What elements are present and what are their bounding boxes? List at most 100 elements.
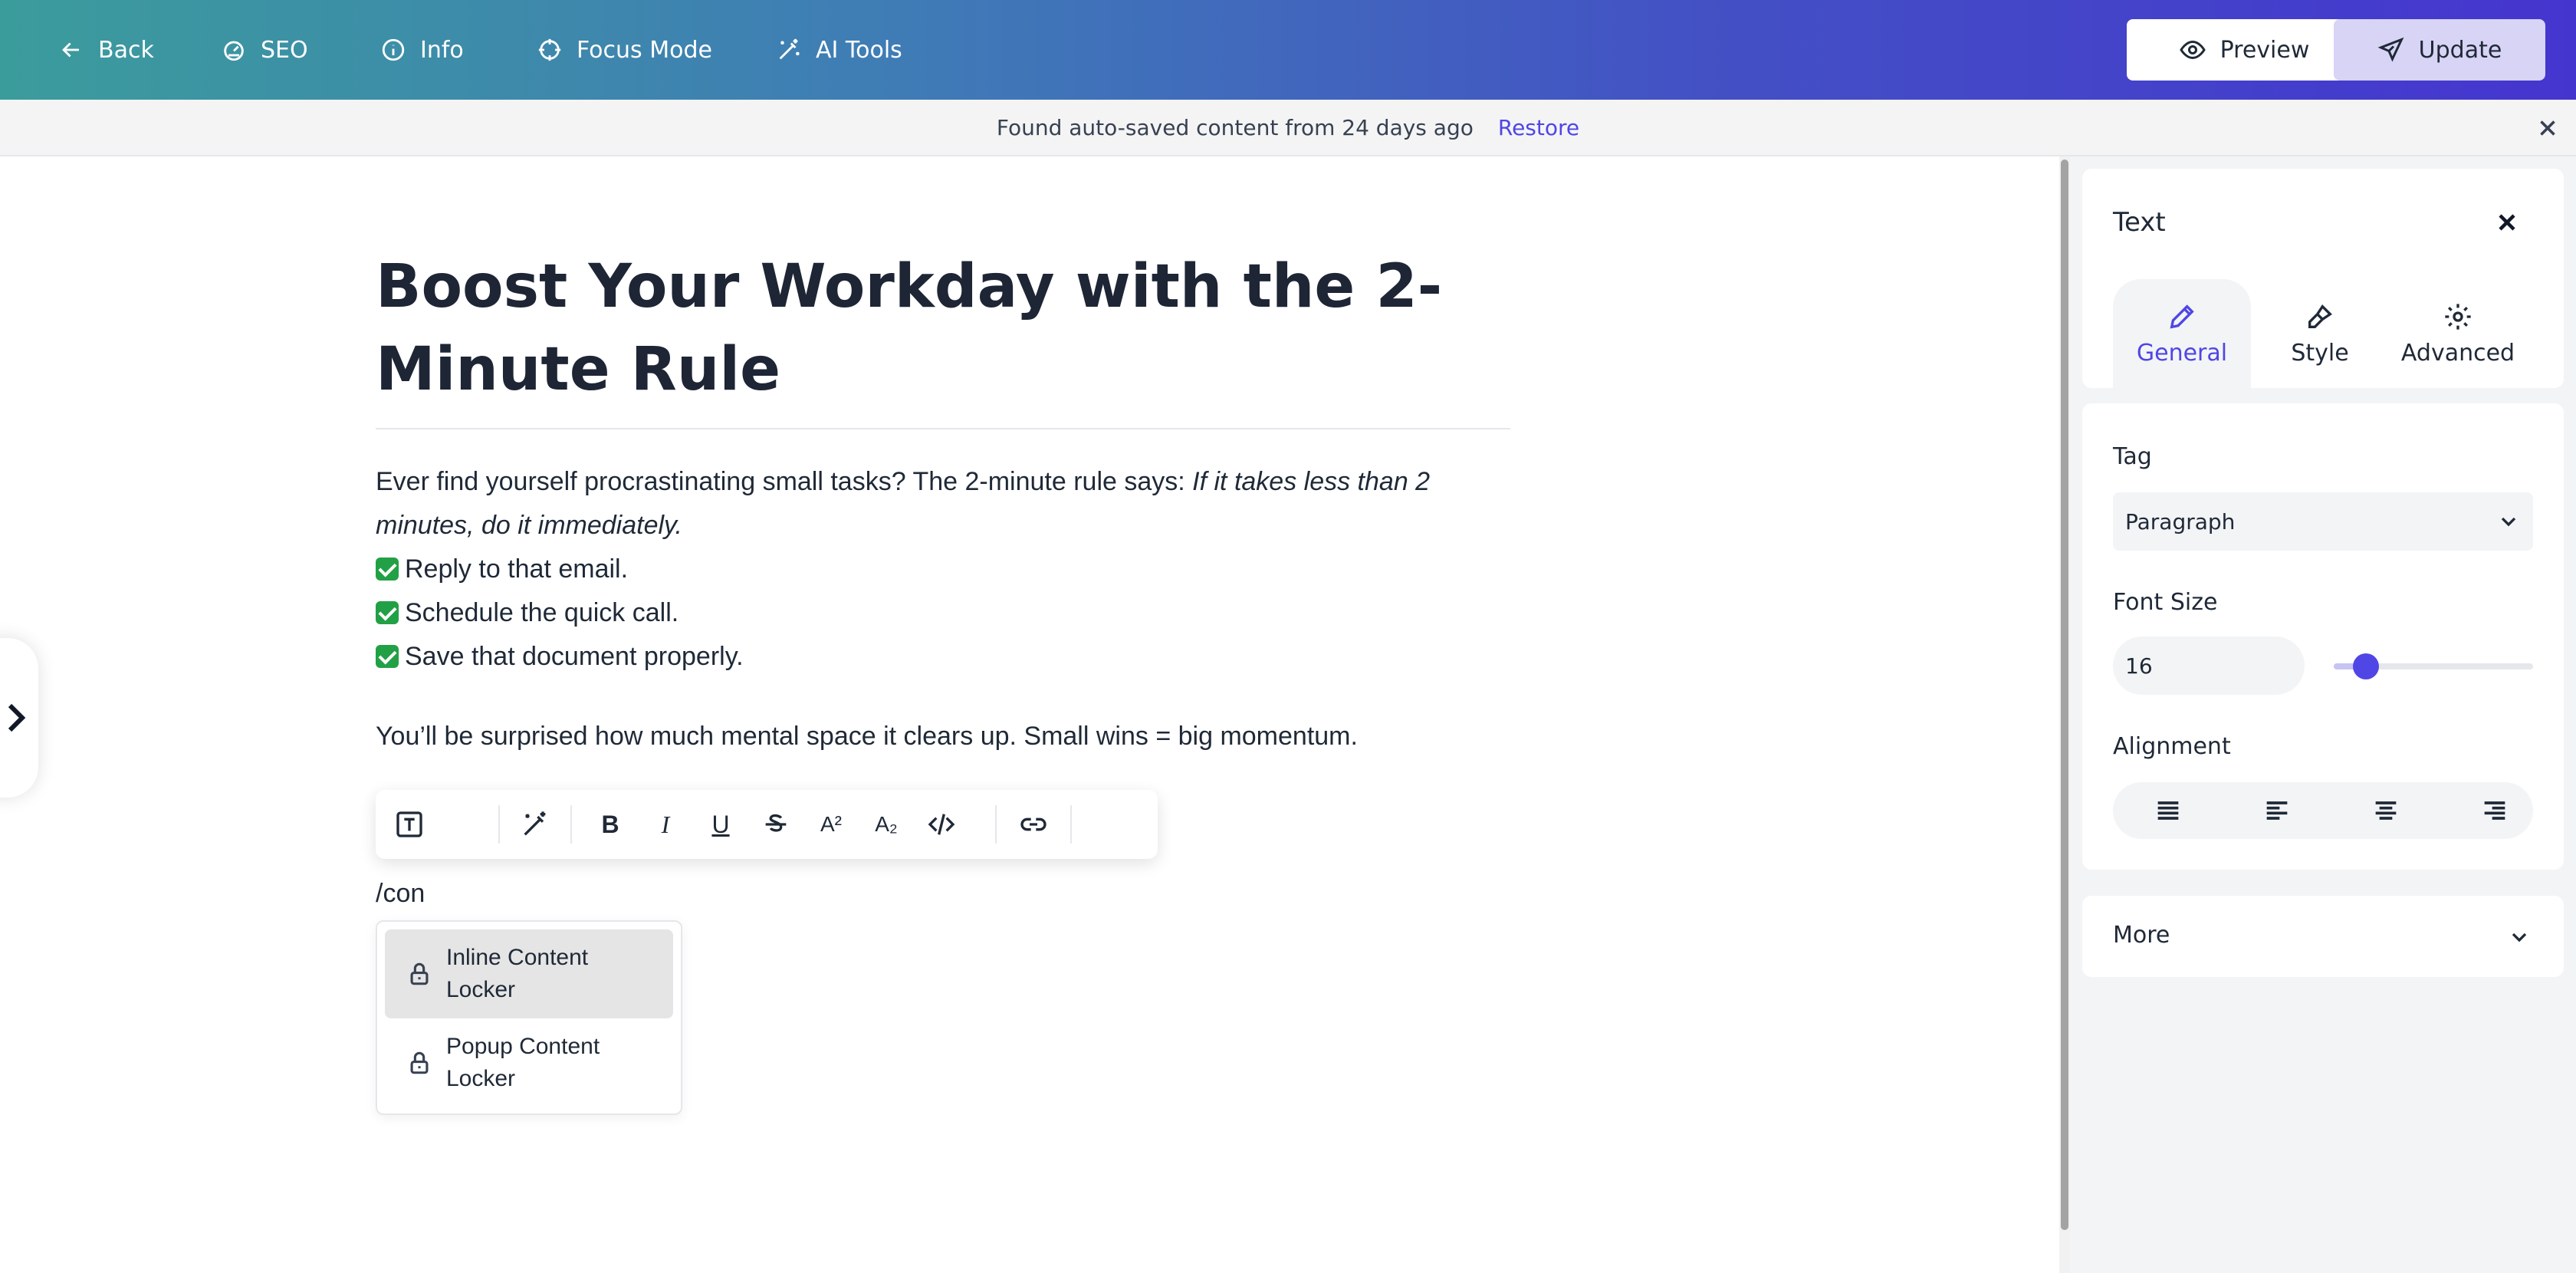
left-panel-toggle[interactable] xyxy=(0,638,38,798)
subscript-button[interactable]: A₂ xyxy=(869,808,903,841)
title-divider xyxy=(376,428,1510,429)
pencil-icon xyxy=(2170,304,2194,328)
alignment-label: Alignment xyxy=(2113,733,2231,760)
font-size-slider-handle[interactable] xyxy=(2352,653,2379,679)
preview-button[interactable]: Preview xyxy=(2127,19,2361,81)
tab-label: Style xyxy=(2291,339,2349,367)
magic-wand-icon xyxy=(779,38,800,60)
seo-button[interactable]: SEO xyxy=(221,28,308,71)
slash-command-menu: Inline Content Locker Popup Content Lock… xyxy=(376,920,682,1115)
close-icon xyxy=(2499,214,2515,231)
tag-select-value: Paragraph xyxy=(2125,508,2236,535)
align-right-icon xyxy=(2484,801,2505,820)
align-right-button[interactable] xyxy=(2479,795,2510,826)
tab-label: Advanced xyxy=(2400,339,2515,367)
info-button[interactable]: Info xyxy=(380,28,464,71)
panel-close-button[interactable] xyxy=(2493,209,2521,236)
checklist-item: Reply to that email. xyxy=(405,554,629,584)
menu-item-inline-content-locker[interactable]: Inline Content Locker xyxy=(385,929,673,1018)
formatting-toolbar: B I U A² A₂ xyxy=(376,790,1158,859)
lock-icon xyxy=(410,1051,429,1074)
tab-label: General xyxy=(2136,339,2228,367)
font-size-label: Font Size xyxy=(2113,589,2218,616)
font-size-slider[interactable] xyxy=(2334,653,2533,679)
align-justify-button[interactable] xyxy=(2153,795,2183,826)
tab-advanced[interactable]: Advanced xyxy=(2389,279,2527,388)
strikethrough-icon xyxy=(765,814,787,832)
chevron-right-icon xyxy=(8,703,26,732)
crosshair-icon xyxy=(538,38,561,61)
post-title[interactable]: Boost Your Workday with the 2-Minute Rul… xyxy=(376,245,1510,411)
subscript-label: A₂ xyxy=(875,812,898,836)
update-button[interactable]: Update xyxy=(2334,19,2545,81)
eye-icon xyxy=(2179,40,2206,60)
restore-link[interactable]: Restore xyxy=(1498,115,1579,140)
send-icon xyxy=(2377,37,2404,62)
underline-label: U xyxy=(711,810,730,838)
align-center-button[interactable] xyxy=(2371,795,2401,826)
editor-scrollbar-thumb[interactable] xyxy=(2061,160,2068,1230)
chevron-down-icon xyxy=(2501,517,2516,527)
info-icon xyxy=(382,38,405,61)
info-label: Info xyxy=(420,36,464,64)
tag-select[interactable]: Paragraph xyxy=(2113,492,2533,551)
bold-button[interactable]: B xyxy=(593,808,627,841)
superscript-button[interactable]: A² xyxy=(814,808,848,841)
paragraph-block[interactable]: Ever find yourself procrastinating small… xyxy=(376,460,1480,679)
paintbrush-icon xyxy=(2308,304,2332,328)
back-button[interactable]: Back xyxy=(58,28,154,71)
panel-title: Text xyxy=(2113,207,2166,238)
gear-icon xyxy=(2445,303,2471,330)
bold-label: B xyxy=(601,810,619,838)
autosave-notice: Found auto-saved content from 24 days ag… xyxy=(0,100,2576,156)
drag-handle[interactable] xyxy=(448,808,481,841)
align-left-icon xyxy=(2266,801,2288,820)
slash-command-text[interactable]: /con xyxy=(376,879,425,909)
back-label: Back xyxy=(98,36,154,64)
checklist-item: Save that document properly. xyxy=(405,642,744,671)
checklist-item: Schedule the quick call. xyxy=(405,598,679,627)
strikethrough-button[interactable] xyxy=(759,808,793,841)
tab-general[interactable]: General xyxy=(2113,279,2251,388)
code-icon xyxy=(928,814,955,835)
superscript-label: A² xyxy=(820,812,842,836)
more-options-button[interactable] xyxy=(1090,808,1124,841)
toolbar-divider xyxy=(1070,805,1072,844)
font-size-value: 16 xyxy=(2125,653,2153,679)
underline-button[interactable]: U xyxy=(704,808,738,841)
italic-button[interactable]: I xyxy=(649,808,682,841)
focus-mode-label: Focus Mode xyxy=(577,36,712,64)
more-section-label: More xyxy=(2113,922,2170,949)
link-icon xyxy=(1020,817,1046,831)
magic-wand-icon xyxy=(524,811,546,836)
menu-item-popup-content-locker[interactable]: Popup Content Locker xyxy=(385,1018,673,1107)
code-button[interactable] xyxy=(925,808,958,841)
lock-icon xyxy=(410,962,429,985)
check-mark-icon xyxy=(376,558,399,581)
align-justify-icon xyxy=(2157,801,2179,820)
align-left-button[interactable] xyxy=(2262,795,2292,826)
close-icon xyxy=(2540,120,2555,136)
tab-style[interactable]: Style xyxy=(2251,279,2389,388)
chevron-down-icon xyxy=(2512,933,2527,942)
ai-assist-button[interactable] xyxy=(518,808,552,841)
italic-label: I xyxy=(661,810,670,838)
notice-close-button[interactable] xyxy=(2535,115,2561,141)
font-size-input[interactable]: 16 xyxy=(2113,636,2305,695)
seo-label: SEO xyxy=(261,36,308,64)
check-mark-icon xyxy=(376,601,399,624)
block-type-button[interactable] xyxy=(393,808,426,841)
ai-tools-label: AI Tools xyxy=(816,36,902,64)
toolbar-divider xyxy=(995,805,997,844)
closing-paragraph[interactable]: You’ll be surprised how much mental spac… xyxy=(376,715,1526,758)
ai-tools-button[interactable]: AI Tools xyxy=(776,28,902,71)
check-mark-icon xyxy=(376,645,399,668)
more-vertical-icon xyxy=(1107,813,1108,836)
gauge-icon xyxy=(224,41,244,61)
drag-dots-icon xyxy=(461,814,469,834)
more-chevron[interactable] xyxy=(2507,925,2532,949)
menu-item-label: Inline Content Locker xyxy=(446,945,589,1002)
focus-mode-button[interactable]: Focus Mode xyxy=(537,28,712,71)
preview-label: Preview xyxy=(2220,36,2310,64)
link-button[interactable] xyxy=(1017,808,1050,841)
